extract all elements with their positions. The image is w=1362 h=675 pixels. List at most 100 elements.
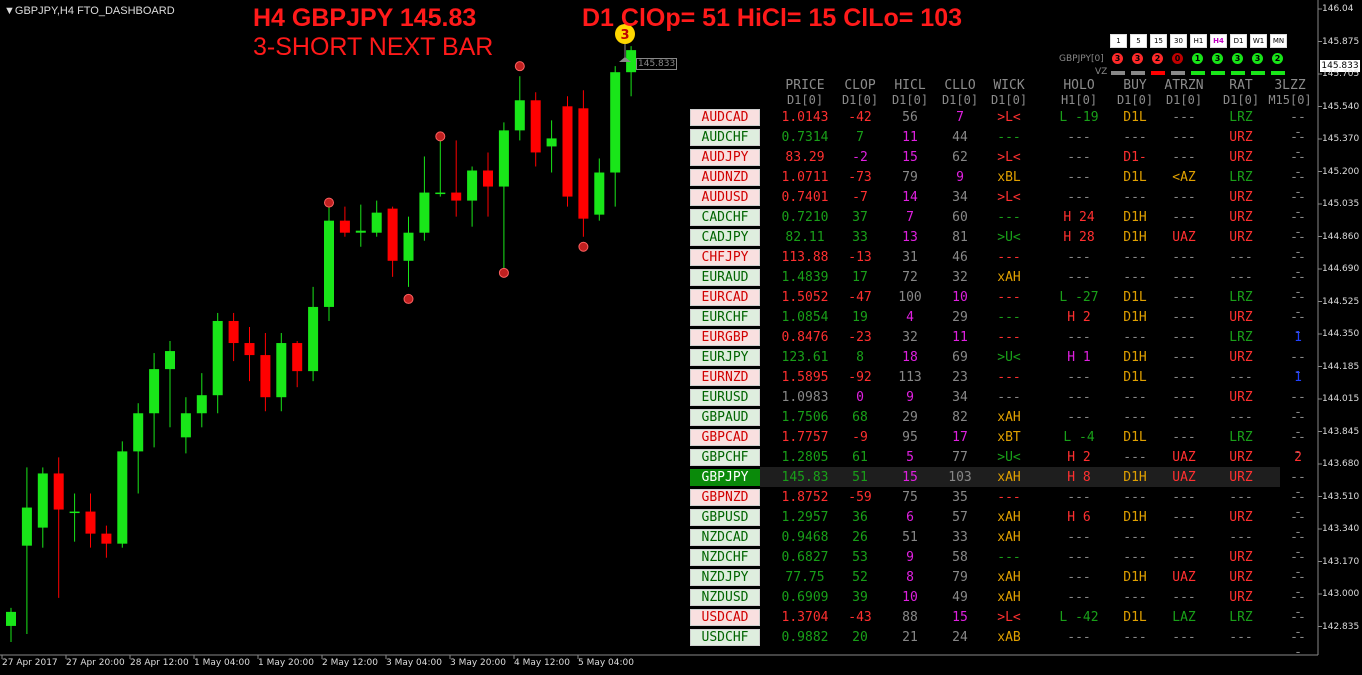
cell-atr: --- (1172, 390, 1196, 405)
column-header-holo: HOLO H1[0] (1060, 78, 1098, 108)
symbol-button-eurcad[interactable]: EURCAD (690, 289, 760, 306)
candle-body (6, 611, 16, 626)
symbol-button-audchf[interactable]: AUDCHF (690, 129, 760, 146)
symbol-button-audcad[interactable]: AUDCAD (690, 109, 760, 126)
cell-atr: UAZ (1172, 450, 1196, 465)
cell-atr: <AZ (1172, 170, 1196, 185)
cell-atr: --- (1172, 270, 1196, 285)
cell-price: 145.83 (781, 470, 829, 485)
cell-wick: xAH (997, 470, 1021, 485)
time-axis-label: 1 May 20:00 (258, 658, 314, 668)
symbol-button-gbpcad[interactable]: GBPCAD (690, 429, 760, 446)
cell-lzz: 2 (1294, 450, 1302, 465)
cell-rat: --- (1229, 370, 1253, 385)
candle-body (117, 451, 128, 544)
cell-rat: URZ (1229, 350, 1253, 365)
timeframe-button-5[interactable]: 5 (1130, 34, 1147, 48)
symbol-button-gbpusd[interactable]: GBPUSD (690, 509, 760, 526)
cell-atr: --- (1172, 510, 1196, 525)
cell-wick: --- (997, 490, 1021, 505)
symbol-button-nzdjpy[interactable]: NZDJPY (690, 569, 760, 586)
timeframe-button-h1[interactable]: H1 (1190, 34, 1207, 48)
cell-price: 82.11 (785, 230, 825, 245)
cell-atr: --- (1172, 330, 1196, 345)
timeframe-button-1[interactable]: 1 (1110, 34, 1127, 48)
symbol-button-audnzd[interactable]: AUDNZD (690, 169, 760, 186)
candle-body (514, 100, 525, 131)
cell-wick: xAH (997, 530, 1021, 545)
cell-wick: >L< (997, 150, 1021, 165)
candle-body (212, 320, 223, 396)
symbol-button-cadjpy[interactable]: CADJPY (690, 229, 760, 246)
price-axis-label: 144.860 (1322, 231, 1360, 242)
cell-holo: H 24 (1063, 210, 1095, 225)
cell-holo: L -4 (1063, 430, 1095, 445)
symbol-button-eurnzd[interactable]: EURNZD (690, 369, 760, 386)
timeframe-signal-dot: 3 (1112, 53, 1123, 64)
reversal-marker-icon (324, 197, 334, 208)
symbol-button-eurgbp[interactable]: EURGBP (690, 329, 760, 346)
symbol-button-gbpjpy[interactable]: GBPJPY (690, 469, 760, 486)
cell-holo: --- (1067, 250, 1091, 265)
symbol-button-cadchf[interactable]: CADCHF (690, 209, 760, 226)
symbol-button-euraud[interactable]: EURAUD (690, 269, 760, 286)
cell-price: 1.7757 (781, 430, 829, 445)
candle-body (196, 395, 207, 414)
symbol-button-audusd[interactable]: AUDUSD (690, 189, 760, 206)
timeframe-button-mn[interactable]: MN (1270, 34, 1287, 48)
symbol-button-eurjpy[interactable]: EURJPY (690, 349, 760, 366)
cell-wick: --- (997, 290, 1021, 305)
candle-body (594, 172, 605, 215)
cell-rat: --- (1229, 250, 1253, 265)
symbol-button-nzdcad[interactable]: NZDCAD (690, 529, 760, 546)
cell-wick: --- (997, 250, 1021, 265)
symbol-button-gbpaud[interactable]: GBPAUD (690, 409, 760, 426)
cell-atr: LAZ (1172, 610, 1196, 625)
chart-menu-icon[interactable]: ▼ (4, 5, 15, 17)
symbol-button-eurusd[interactable]: EURUSD (690, 389, 760, 406)
symbol-button-usdcad[interactable]: USDCAD (690, 609, 760, 626)
cell-holo: --- (1067, 190, 1091, 205)
timeframe-button-d1[interactable]: D1 (1230, 34, 1247, 48)
symbol-button-nzdchf[interactable]: NZDCHF (690, 549, 760, 566)
candle-body (387, 208, 398, 261)
symbol-button-audjpy[interactable]: AUDJPY (690, 149, 760, 166)
price-axis-label: 145.370 (1322, 134, 1360, 144)
cell-rat: LRZ (1229, 290, 1253, 305)
cell-atr: --- (1172, 210, 1196, 225)
cell-rat: URZ (1229, 570, 1253, 585)
price-axis-label: 144.525 (1322, 296, 1360, 307)
cell-holo: --- (1067, 170, 1091, 185)
symbol-button-eurchf[interactable]: EURCHF (690, 309, 760, 326)
symbol-button-gbpnzd[interactable]: GBPNZD (690, 489, 760, 506)
candle-body (85, 511, 96, 534)
timeframe-button-15[interactable]: 15 (1150, 34, 1167, 48)
timeframe-button-h4[interactable]: H4 (1210, 34, 1227, 48)
cell-price: 113.88 (781, 250, 829, 265)
price-axis-label: 144.690 (1322, 264, 1360, 274)
time-axis-label: 27 Apr 20:00 (66, 658, 125, 668)
cell-rat: LRZ (1229, 170, 1253, 185)
cell-price: 1.5895 (781, 370, 829, 385)
price-axis-label: 145.540 (1322, 101, 1360, 112)
price-axis-label: 143.340 (1322, 524, 1360, 534)
cell-atr: --- (1172, 490, 1196, 505)
cell-rat: URZ (1229, 450, 1253, 465)
symbol-button-usdchf[interactable]: USDCHF (690, 629, 760, 646)
symbol-button-chfjpy[interactable]: CHFJPY (690, 249, 760, 266)
cell-holo: --- (1067, 490, 1091, 505)
symbol-button-gbpchf[interactable]: GBPCHF (690, 449, 760, 466)
symbol-button-nzdusd[interactable]: NZDUSD (690, 589, 760, 606)
cell-atr: --- (1172, 350, 1196, 365)
price-tag-label: 145.833 (636, 58, 678, 70)
candle-body (69, 511, 80, 514)
cell-price: 0.6827 (781, 550, 829, 565)
cell-price: 1.3704 (781, 610, 829, 625)
cell-price: 0.7401 (781, 190, 829, 205)
timeframe-button-w1[interactable]: W1 (1250, 34, 1267, 48)
timeframe-button-30[interactable]: 30 (1170, 34, 1187, 48)
cell-atr: --- (1172, 410, 1196, 425)
price-axis-label: 146.04 (1322, 4, 1354, 14)
vz-indicator (1251, 71, 1265, 75)
price-axis-label: 143.845 (1322, 426, 1360, 437)
